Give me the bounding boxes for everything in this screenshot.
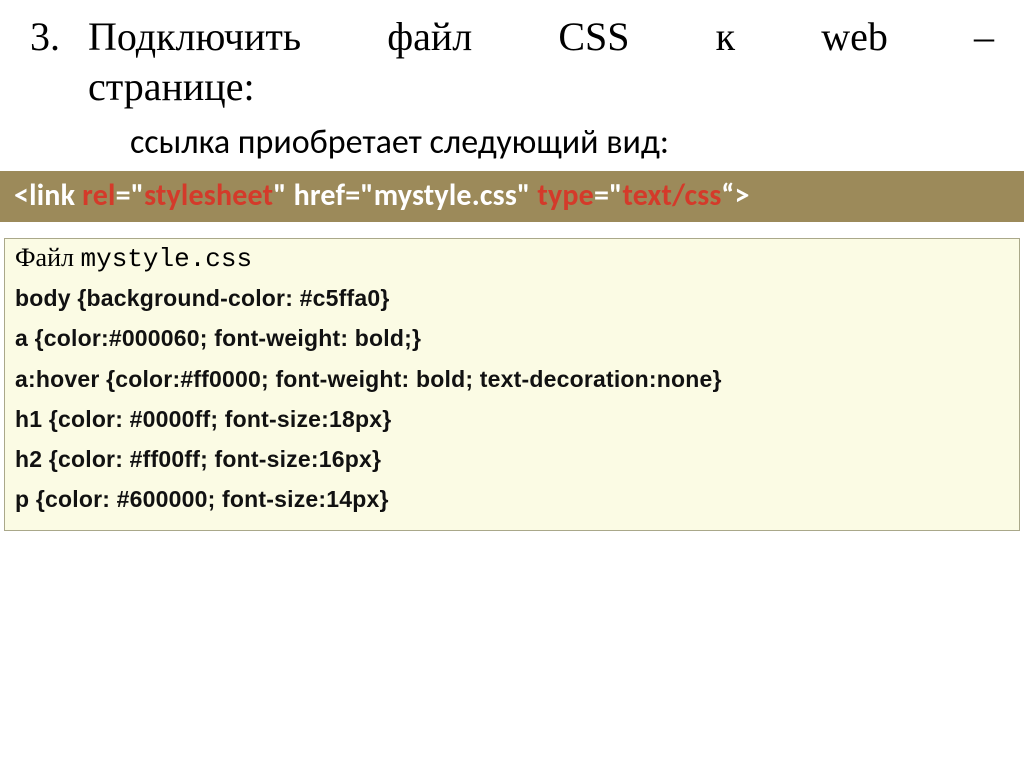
css-line-3: a:hover {color:#ff0000; font-weight: bol… <box>15 359 1009 399</box>
link-type-attr: type <box>537 177 594 214</box>
link-text-1: <link <box>14 177 82 214</box>
link-text-4: =" <box>594 177 623 214</box>
css-line-6: p {color: #600000; font-size:14px} <box>15 479 1009 519</box>
heading-number: 3. <box>30 12 88 62</box>
css-file-block: Файл mystyle.css body {background-color:… <box>4 238 1020 531</box>
link-tag-bar: <link rel="stylesheet" href="mystyle.css… <box>0 171 1024 222</box>
file-title: Файл mystyle.css <box>15 243 1009 274</box>
css-line-4: h1 {color: #0000ff; font-size:18px} <box>15 399 1009 439</box>
heading-line1: Подключить файл CSS к web – <box>88 12 994 62</box>
link-rel-attr: rel <box>82 177 115 214</box>
link-text-5: “> <box>721 177 749 214</box>
file-label: Файл <box>15 243 80 272</box>
link-rel-value: stylesheet <box>144 177 273 214</box>
slide: 3. Подключить файл CSS к web – странице:… <box>0 0 1024 767</box>
css-line-1: body {background-color: #c5ffa0} <box>15 278 1009 318</box>
css-line-5: h2 {color: #ff00ff; font-size:16px} <box>15 439 1009 479</box>
css-line-2: a {color:#000060; font-weight: bold;} <box>15 318 1009 358</box>
link-text-2: =" <box>116 177 145 214</box>
link-type-value: text/css <box>622 177 721 214</box>
file-name: mystyle.css <box>80 244 252 274</box>
heading-line2: странице: <box>0 62 1024 112</box>
heading-row: 3. Подключить файл CSS к web – <box>0 0 1024 62</box>
subheading: ссылка приобретает следующий вид: <box>0 112 1024 171</box>
link-text-3: " href="mystyle.css" <box>273 177 537 214</box>
